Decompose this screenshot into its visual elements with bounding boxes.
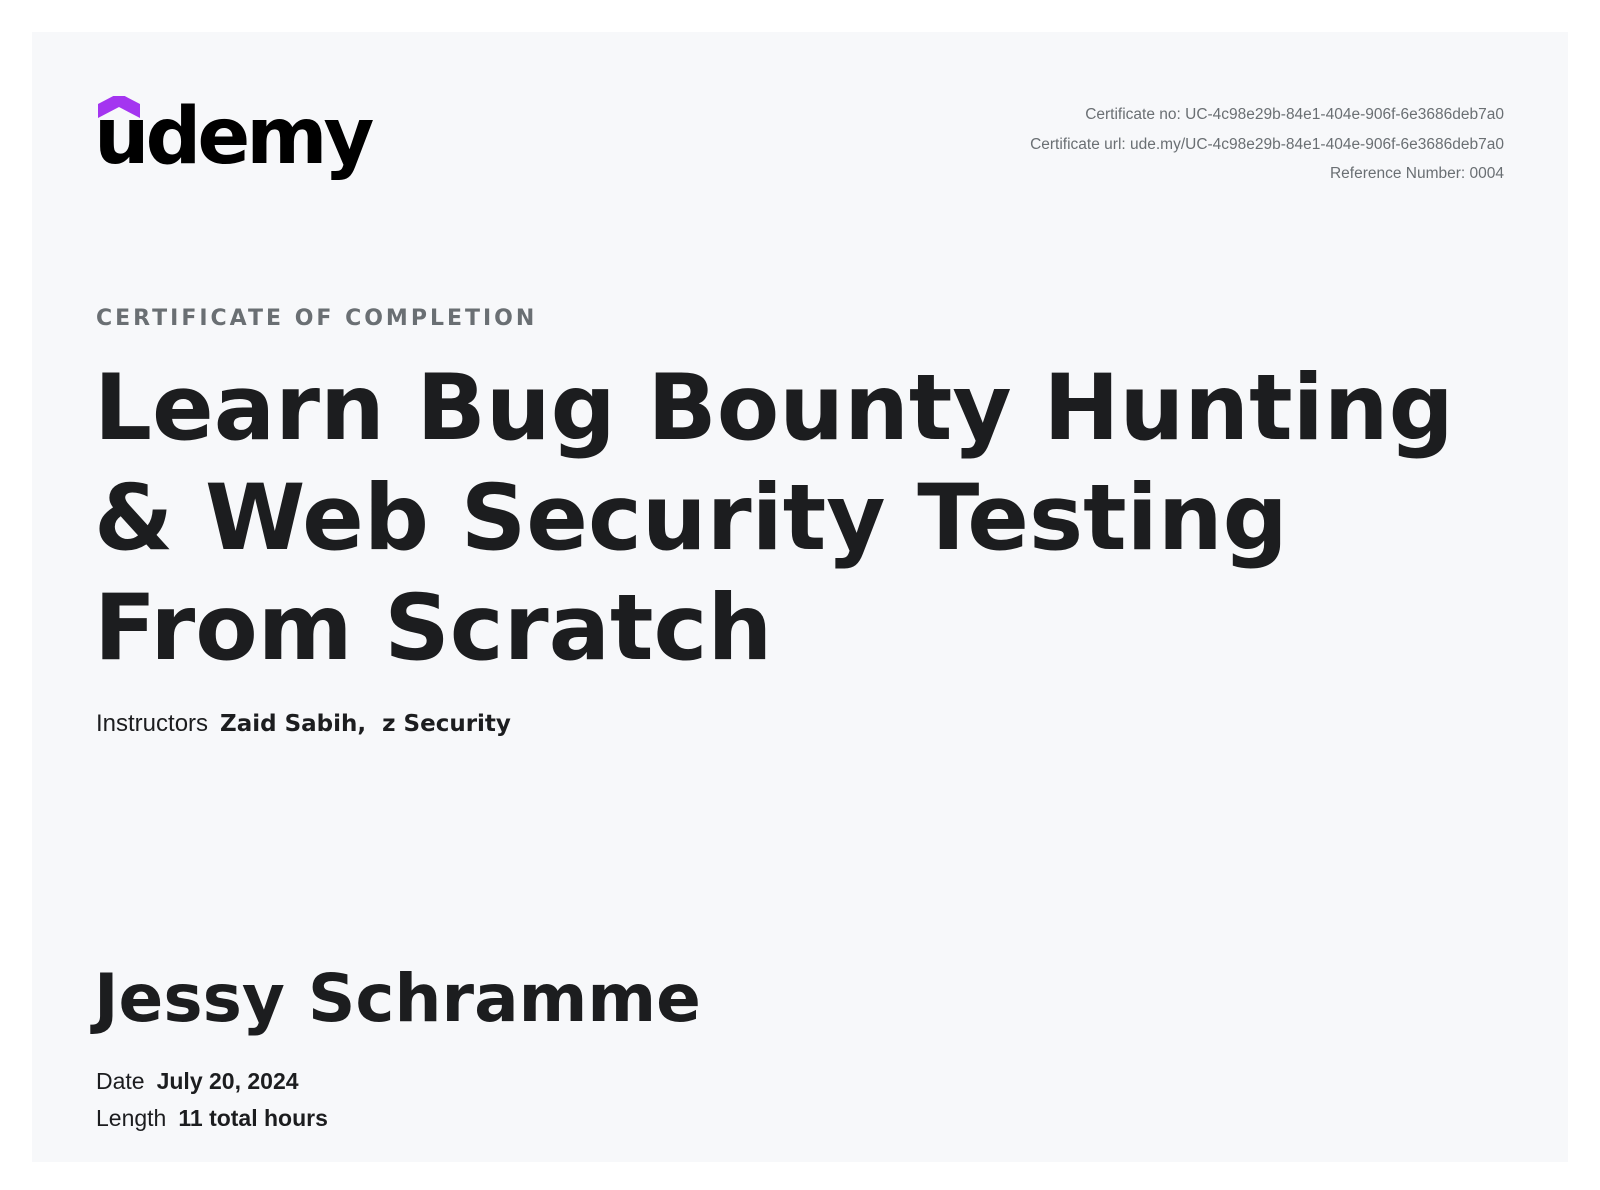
date-label: Date xyxy=(96,1068,145,1094)
certificate-url[interactable]: Certificate url: ude.my/UC-4c98e29b-84e1… xyxy=(1030,130,1504,160)
instructor-names: Zaid Sabih, z Security xyxy=(220,711,511,737)
completion-date: Date July 20, 2024 xyxy=(96,1068,299,1095)
certificate-number: Certificate no: UC-4c98e29b-84e1-404e-90… xyxy=(1085,106,1504,123)
certificate-eyebrow: CERTIFICATE OF COMPLETION xyxy=(96,306,538,331)
length-label: Length xyxy=(96,1105,167,1131)
certificate-card: udemy Certificate no: UC-4c98e29b-84e1-4… xyxy=(32,32,1568,1162)
reference-number: Reference Number: 0004 xyxy=(1329,165,1504,182)
length-value: 11 total hours xyxy=(178,1105,328,1131)
date-value: July 20, 2024 xyxy=(156,1068,299,1094)
udemy-logo: udemy xyxy=(94,96,374,196)
course-title: Learn Bug Bounty Hunting & Web Security … xyxy=(94,356,1454,681)
recipient-name: Jessy Schramme xyxy=(94,960,701,1037)
course-length: Length 11 total hours xyxy=(96,1105,328,1132)
instructors: Instructors Zaid Sabih, z Security xyxy=(96,710,511,738)
logo-wordmark: udemy xyxy=(94,92,374,182)
instructors-label: Instructors xyxy=(96,710,209,737)
certificate-meta: Certificate no: UC-4c98e29b-84e1-404e-90… xyxy=(1030,100,1504,189)
